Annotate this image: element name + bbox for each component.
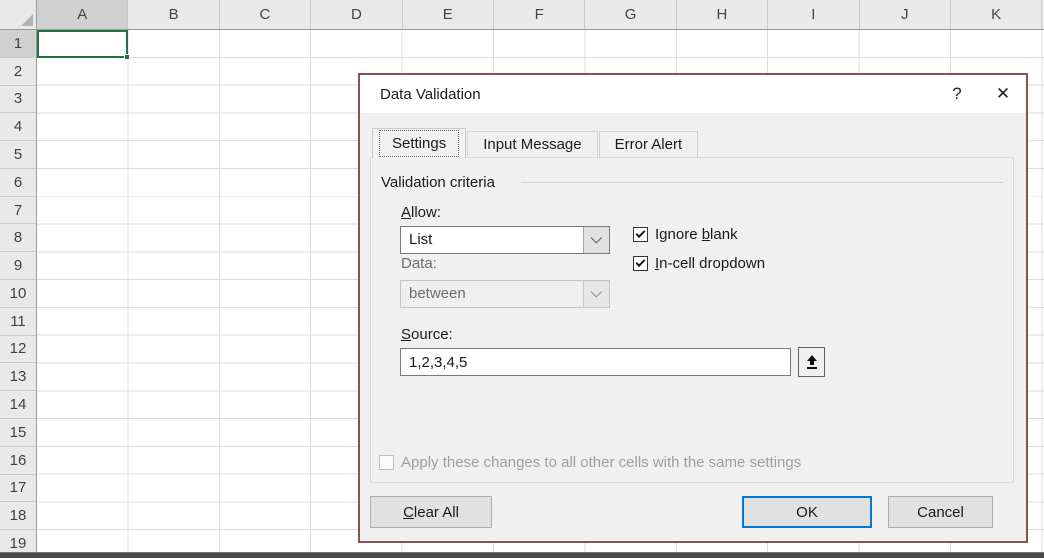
checkmark-icon — [635, 228, 646, 239]
ignore-blank-label: Ignore blank — [655, 226, 738, 243]
row-header-15[interactable]: 15 — [0, 419, 36, 447]
tab-input-message[interactable]: Input Message — [467, 131, 598, 157]
column-header-J[interactable]: J — [860, 0, 951, 29]
select-all-button[interactable] — [0, 0, 37, 30]
column-header-F[interactable]: F — [494, 0, 586, 29]
close-icon: ✕ — [995, 84, 1011, 103]
row-header-10[interactable]: 10 — [0, 280, 36, 308]
row-header-8[interactable]: 8 — [0, 224, 36, 253]
dialog-titlebar[interactable]: Data Validation ? ✕ — [360, 75, 1026, 113]
row-header-7[interactable]: 7 — [0, 197, 36, 225]
apply-changes-label: Apply these changes to all other cells w… — [401, 454, 802, 471]
ok-label: OK — [796, 503, 818, 521]
cancel-button[interactable]: Cancel — [888, 496, 993, 528]
row-header-16[interactable]: 16 — [0, 447, 36, 475]
settings-tab-page: Validation criteria Allow: List Ignore b… — [370, 157, 1014, 483]
allow-label: Allow: — [401, 204, 442, 221]
window-bottom-edge — [0, 552, 1044, 558]
data-label: Data: — [401, 255, 437, 272]
column-header-A[interactable]: A — [37, 0, 129, 29]
validation-criteria-group-label: Validation criteria — [381, 174, 495, 191]
apply-changes-checkbox: Apply these changes to all other cells w… — [379, 454, 801, 471]
incell-dropdown-label: In-cell dropdown — [655, 255, 766, 272]
incell-dropdown-box[interactable] — [633, 256, 648, 271]
source-label: Source: — [401, 326, 453, 343]
column-header-I[interactable]: I — [768, 0, 860, 29]
ok-button[interactable]: OK — [742, 496, 872, 528]
allow-combobox[interactable]: List — [400, 226, 610, 254]
data-dropdown-button — [583, 281, 609, 307]
help-button[interactable]: ? — [934, 75, 980, 113]
row-header-12[interactable]: 12 — [0, 336, 36, 364]
apply-changes-box — [379, 455, 394, 470]
row-header-3[interactable]: 3 — [0, 86, 36, 114]
dialog-title: Data Validation — [380, 85, 481, 103]
column-header-E[interactable]: E — [403, 0, 494, 29]
select-all-triangle-icon — [21, 14, 33, 26]
row-header-14[interactable]: 14 — [0, 391, 36, 419]
chevron-down-icon — [590, 232, 602, 244]
ignore-blank-box[interactable] — [633, 227, 648, 242]
tab-error-alert[interactable]: Error Alert — [598, 131, 699, 157]
checkmark-icon — [635, 257, 646, 268]
row-header-1[interactable]: 1 — [0, 30, 36, 58]
chevron-down-icon — [590, 286, 602, 298]
tab-error-alert-label: Error Alert — [614, 136, 683, 153]
row-header-17[interactable]: 17 — [0, 475, 36, 503]
close-button[interactable]: ✕ — [980, 75, 1026, 113]
allow-dropdown-button[interactable] — [583, 227, 609, 253]
row-header-6[interactable]: 6 — [0, 169, 36, 197]
help-icon: ? — [952, 84, 962, 103]
row-header-13[interactable]: 13 — [0, 363, 36, 392]
column-header-K[interactable]: K — [951, 0, 1043, 29]
fill-handle[interactable] — [124, 54, 130, 60]
ignore-blank-checkbox[interactable]: Ignore blank — [633, 226, 738, 243]
cancel-label: Cancel — [917, 503, 964, 521]
data-value: between — [409, 285, 466, 302]
group-divider — [521, 182, 1003, 183]
data-validation-dialog: Data Validation ? ✕ Settings Input Messa… — [358, 73, 1028, 543]
column-header-H[interactable]: H — [677, 0, 769, 29]
incell-dropdown-checkbox[interactable]: In-cell dropdown — [633, 255, 765, 272]
tabstrip: Settings Input Message Error Alert — [372, 128, 699, 158]
clear-all-button[interactable]: Clear All — [370, 496, 492, 528]
row-header-18[interactable]: 18 — [0, 502, 36, 531]
collapse-dialog-button[interactable] — [798, 347, 825, 377]
collapse-dialog-icon — [806, 355, 817, 369]
column-header-B[interactable]: B — [128, 0, 220, 29]
allow-value: List — [409, 231, 433, 248]
selected-cell-A1[interactable] — [37, 30, 130, 60]
column-header-G[interactable]: G — [585, 0, 677, 29]
tab-settings-label: Settings — [379, 130, 460, 157]
row-header-column: 1 2 3 4 5 6 7 8 9 10 11 12 13 14 15 16 17 18 19 — [0, 30, 37, 558]
row-header-4[interactable]: 4 — [0, 113, 36, 142]
row-header-5[interactable]: 5 — [0, 141, 36, 169]
row-header-11[interactable]: 11 — [0, 308, 36, 336]
clear-all-label: Clear All — [403, 503, 459, 521]
tab-input-message-label: Input Message — [483, 136, 582, 153]
source-input[interactable] — [400, 348, 791, 376]
row-header-9[interactable]: 9 — [0, 252, 36, 281]
tab-settings[interactable]: Settings — [372, 128, 467, 158]
column-header-C[interactable]: C — [220, 0, 312, 29]
column-header-row: ABCDEFGHIJK — [37, 0, 1044, 30]
data-combobox: between — [400, 280, 610, 308]
row-header-2[interactable]: 2 — [0, 58, 36, 86]
column-header-D[interactable]: D — [311, 0, 403, 29]
